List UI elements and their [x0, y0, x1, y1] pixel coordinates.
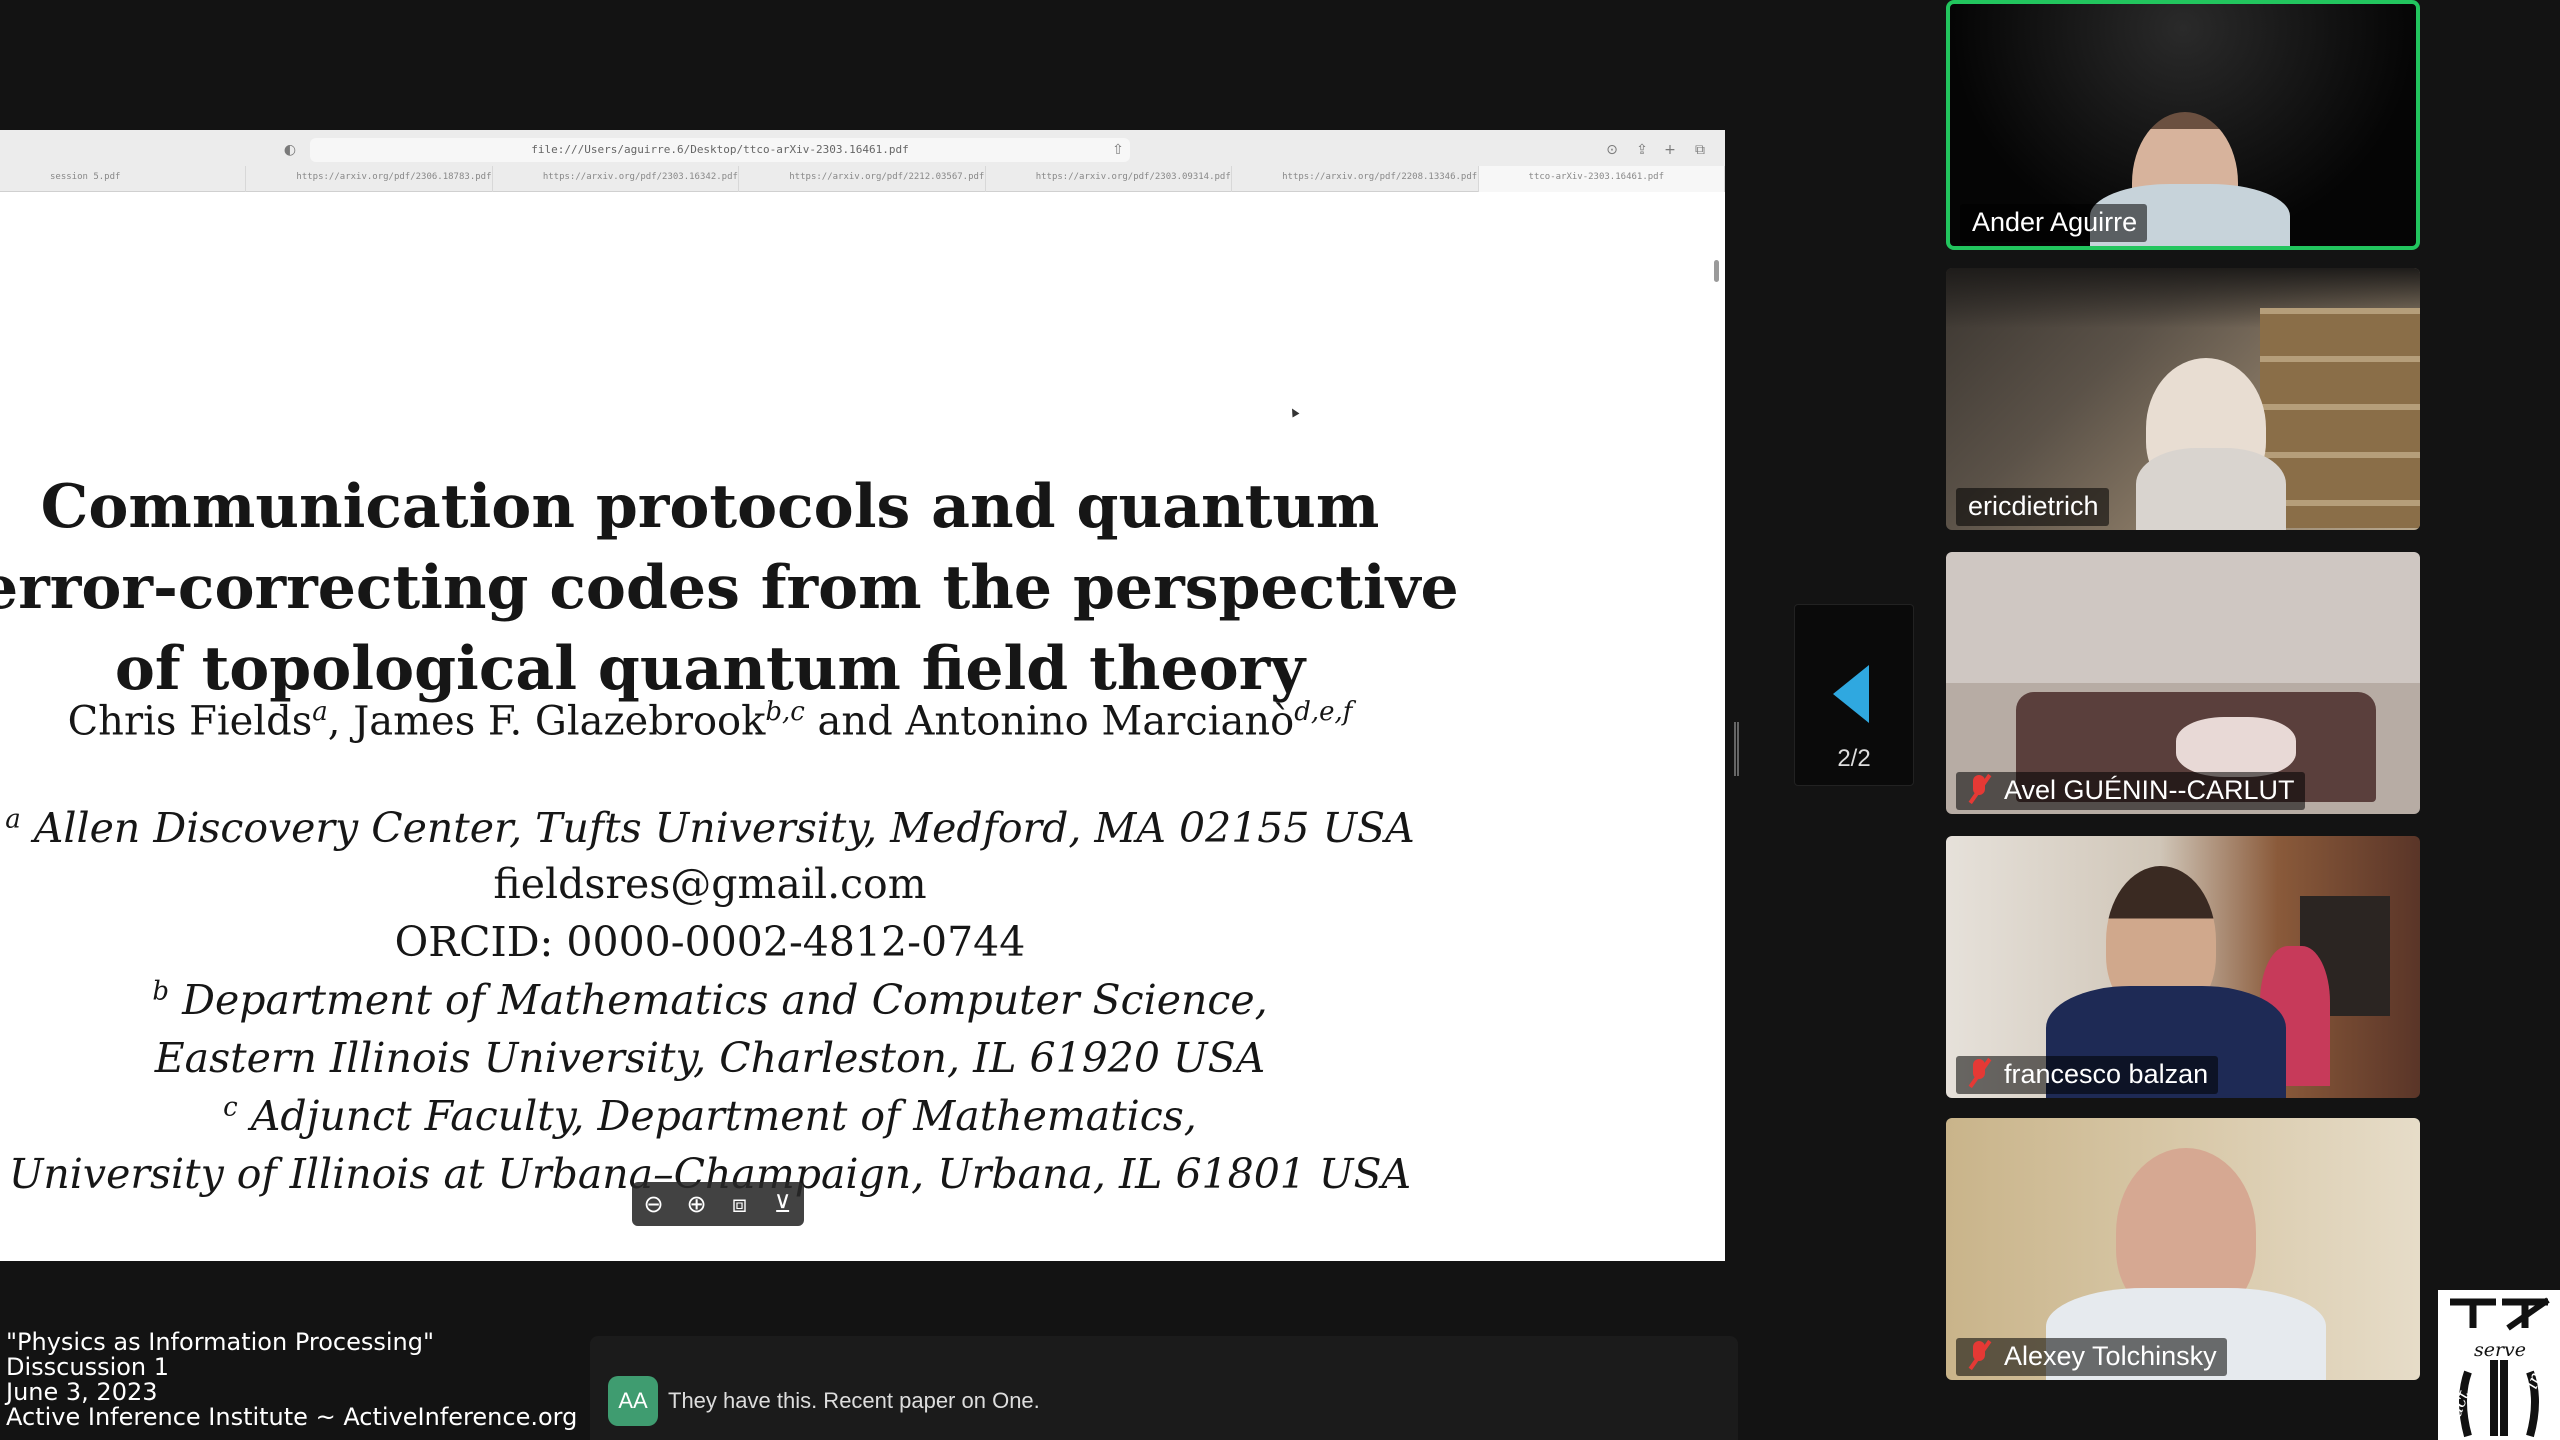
participant-name: Alexey Tolchinsky	[1956, 1338, 2227, 1376]
share-icon[interactable]: ⇧	[1108, 140, 1128, 160]
logo-text-act: act	[2446, 1388, 2474, 1420]
logo-text-serve: serve	[2474, 1339, 2526, 1361]
chat-message-text: They have this. Recent paper on One.	[668, 1388, 1040, 1413]
address-bar[interactable]: file:///Users/aguirre.6/Desktop/ttco-arX…	[310, 138, 1130, 162]
sidebar-toggle-icon[interactable]: ◐	[280, 140, 300, 160]
microphone-muted-icon	[1968, 775, 1990, 803]
download-icon[interactable]: ⊻	[767, 1190, 799, 1218]
pdf-zoom-toolbar: ⊖ ⊕ ⧈ ⊻	[632, 1182, 804, 1226]
page-indicator: 2/2	[1837, 745, 1871, 772]
browser-tab[interactable]: https://arxiv.org/pdf/2303.09314.pdf	[986, 166, 1233, 192]
pdf-page: Communication protocols and quantum erro…	[0, 192, 1725, 1261]
previous-page-icon[interactable]	[1833, 665, 1869, 723]
browser-tabs: session 5.pdf https://arxiv.org/pdf/2306…	[0, 166, 1725, 192]
panel-resize-handle[interactable]	[1734, 722, 1739, 776]
browser-tab-active[interactable]: ttco-arXiv-2303.16461.pdf	[1478, 166, 1725, 192]
browser-tab[interactable]: https://arxiv.org/pdf/2303.16342.pdf	[493, 166, 740, 192]
zoom-in-icon[interactable]: ⊕	[681, 1190, 713, 1218]
browser-chrome: ◐ file:///Users/aguirre.6/Desktop/ttco-a…	[0, 130, 1725, 192]
scrollbar[interactable]	[1714, 260, 1719, 282]
author-orcid: ORCID: 0000-0002-4812-0744	[394, 918, 1026, 966]
paper-authors: Chris Fieldsa, James F. Glazebrookb,c an…	[67, 697, 1353, 745]
affiliation-a: a Allen Discovery Center, Tufts Universi…	[5, 804, 1415, 852]
author-email: fieldsres@gmail.com	[493, 860, 927, 908]
zoom-out-icon[interactable]: ⊖	[638, 1190, 670, 1218]
affiliation-c: c Adjunct Faculty, Department of Mathema…	[223, 1092, 1197, 1140]
affiliation-b-line2: Eastern Illinois University, Charleston,…	[154, 1034, 1266, 1082]
institute-logo: serve act inter	[2438, 1290, 2560, 1440]
participant-name: ericdietrich	[1956, 488, 2109, 526]
microphone-muted-icon	[1968, 1341, 1990, 1369]
browser-tab[interactable]: session 5.pdf	[0, 166, 247, 192]
browser-tab[interactable]: https://arxiv.org/pdf/2306.18783.pdf	[246, 166, 493, 192]
mouse-cursor-icon	[1288, 406, 1300, 418]
participant-name: francesco balzan	[1956, 1056, 2219, 1094]
participant-tile[interactable]: Alexey Tolchinsky	[1946, 1118, 2420, 1380]
download-icon[interactable]: ⊙	[1602, 140, 1622, 160]
paper-title: Communication protocols and quantum erro…	[0, 472, 1459, 704]
participant-tile[interactable]: Avel GUÉNIN--CARLUT	[1946, 552, 2420, 814]
avatar: AA	[608, 1376, 658, 1426]
participant-tile[interactable]: francesco balzan	[1946, 836, 2420, 1098]
chat-message: AA They have this. Recent paper on One.	[590, 1336, 1738, 1440]
browser-tab[interactable]: https://arxiv.org/pdf/2208.13346.pdf	[1232, 166, 1479, 192]
stream-caption: "Physics as Information Processing" Diss…	[6, 1328, 578, 1431]
shared-screen: ◐ file:///Users/aguirre.6/Desktop/ttco-a…	[0, 130, 1725, 1261]
browser-tab[interactable]: https://arxiv.org/pdf/2212.03567.pdf	[739, 166, 986, 192]
participant-name: Avel GUÉNIN--CARLUT	[1956, 772, 2305, 810]
participant-name: Ander Aguirre	[1960, 204, 2148, 242]
gallery-pager: 2/2	[1794, 604, 1914, 786]
fit-page-icon[interactable]: ⧈	[724, 1190, 756, 1218]
new-tab-icon[interactable]: +	[1660, 140, 1680, 160]
affiliation-b: b Department of Mathematics and Computer…	[152, 976, 1268, 1024]
participant-tile[interactable]: ericdietrich	[1946, 268, 2420, 530]
tabs-overview-icon[interactable]: ⧉	[1690, 140, 1710, 160]
microphone-muted-icon	[1968, 1059, 1990, 1087]
participant-tile[interactable]: Ander Aguirre	[1946, 0, 2420, 250]
upload-icon[interactable]: ⇪	[1632, 140, 1652, 160]
